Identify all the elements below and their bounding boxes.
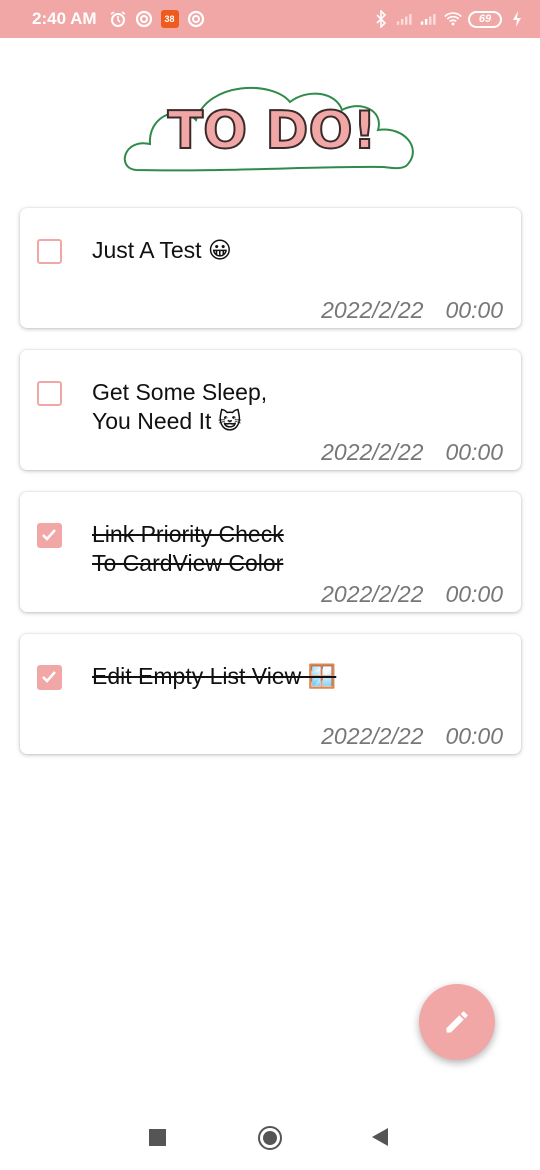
task-title: Get Some Sleep, You Need It 😺	[92, 379, 268, 434]
task-checkbox[interactable]	[37, 239, 62, 264]
task-time: 00:00	[445, 581, 503, 607]
task-card[interactable]: Edit Empty List View 🪟 2022/2/22 00:00	[20, 634, 521, 754]
task-card[interactable]: Link Priority Check To CardView Color 20…	[20, 492, 521, 612]
add-task-button[interactable]	[419, 984, 495, 1060]
navigation-bar	[0, 1110, 540, 1170]
todo-logo: TO DO!	[122, 74, 418, 178]
task-date: 2022/2/22	[321, 581, 424, 607]
task-time: 00:00	[445, 723, 503, 749]
task-meta: 2022/2/22 00:00	[321, 581, 503, 608]
task-time: 00:00	[445, 439, 503, 465]
task-meta: 2022/2/22 00:00	[321, 439, 503, 466]
task-meta: 2022/2/22 00:00	[321, 297, 503, 324]
task-date: 2022/2/22	[321, 297, 424, 323]
home-icon[interactable]	[258, 1126, 282, 1150]
task-checkbox[interactable]	[37, 523, 62, 548]
back-icon[interactable]	[372, 1128, 388, 1146]
charging-icon	[508, 10, 526, 28]
task-card[interactable]: Just A Test 😀 2022/2/22 00:00	[20, 208, 521, 328]
app-icon	[135, 10, 153, 28]
check-icon	[42, 671, 56, 683]
task-date: 2022/2/22	[321, 439, 424, 465]
task-title: Edit Empty List View 🪟	[92, 663, 337, 689]
task-card[interactable]: Get Some Sleep, You Need It 😺 2022/2/22 …	[20, 350, 521, 470]
status-time: 2:40 AM	[32, 9, 97, 28]
app-icon	[187, 10, 205, 28]
logo-text: TO DO!	[168, 101, 377, 161]
task-time: 00:00	[445, 297, 503, 323]
wifi-icon	[444, 10, 462, 28]
task-list: Just A Test 😀 2022/2/22 00:00 Get Some S…	[20, 208, 521, 776]
bluetooth-icon	[372, 10, 390, 28]
task-meta: 2022/2/22 00:00	[321, 723, 503, 750]
task-checkbox[interactable]	[37, 665, 62, 690]
recent-apps-icon[interactable]	[149, 1129, 166, 1146]
signal-icon	[420, 10, 438, 28]
signal-icon	[396, 10, 414, 28]
alarm-icon	[109, 10, 127, 28]
battery-icon: 69	[468, 10, 502, 28]
app-badge-icon: 38	[160, 10, 179, 28]
pencil-icon	[446, 1011, 468, 1033]
task-checkbox[interactable]	[37, 381, 62, 406]
task-date: 2022/2/22	[321, 723, 424, 749]
status-bar: 2:40 AM 38 69	[0, 0, 540, 38]
check-icon	[42, 529, 56, 541]
task-title: Link Priority Check To CardView Color	[92, 521, 284, 576]
task-title: Just A Test 😀	[92, 237, 232, 263]
